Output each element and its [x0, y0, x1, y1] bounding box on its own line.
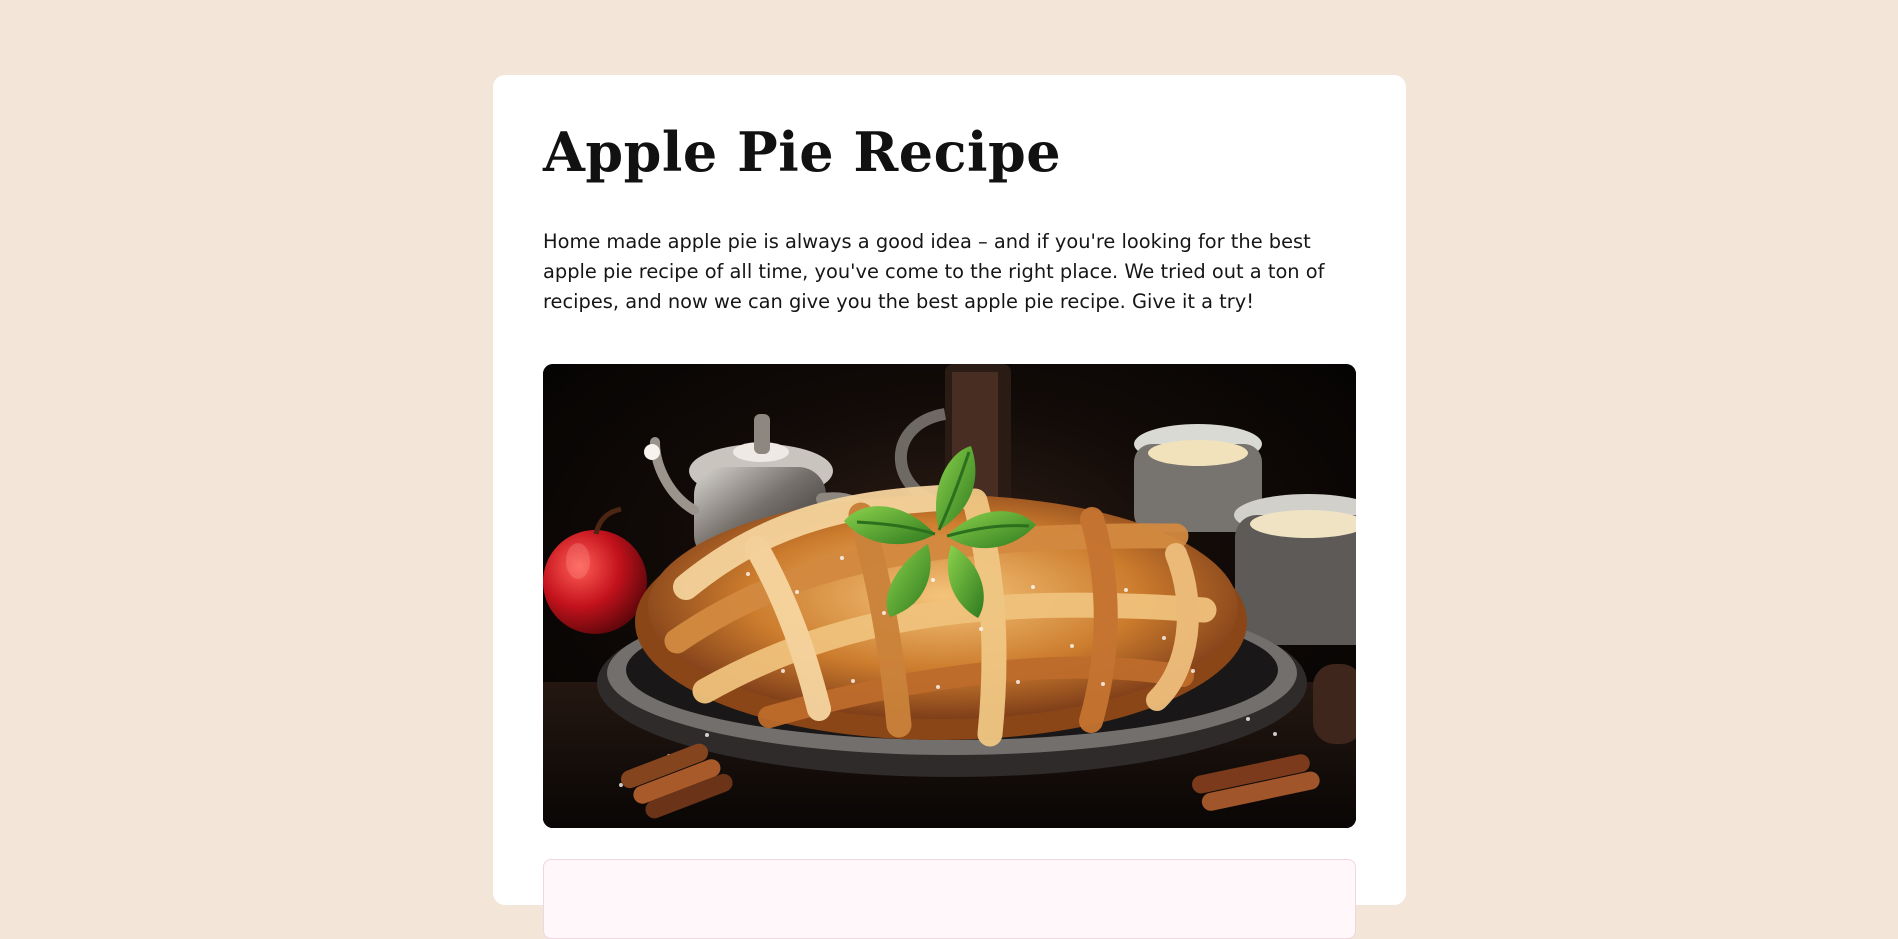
apple-pie-image: [543, 364, 1356, 828]
page-title: Apple Pie Recipe: [543, 120, 1062, 184]
recipe-card: Apple Pie Recipe Home made apple pie is …: [493, 75, 1406, 939]
apple-pie-photo: [543, 364, 1356, 828]
recipe-intro: Home made apple pie is always a good ide…: [543, 230, 1325, 313]
preparation-time-box: [543, 859, 1356, 939]
